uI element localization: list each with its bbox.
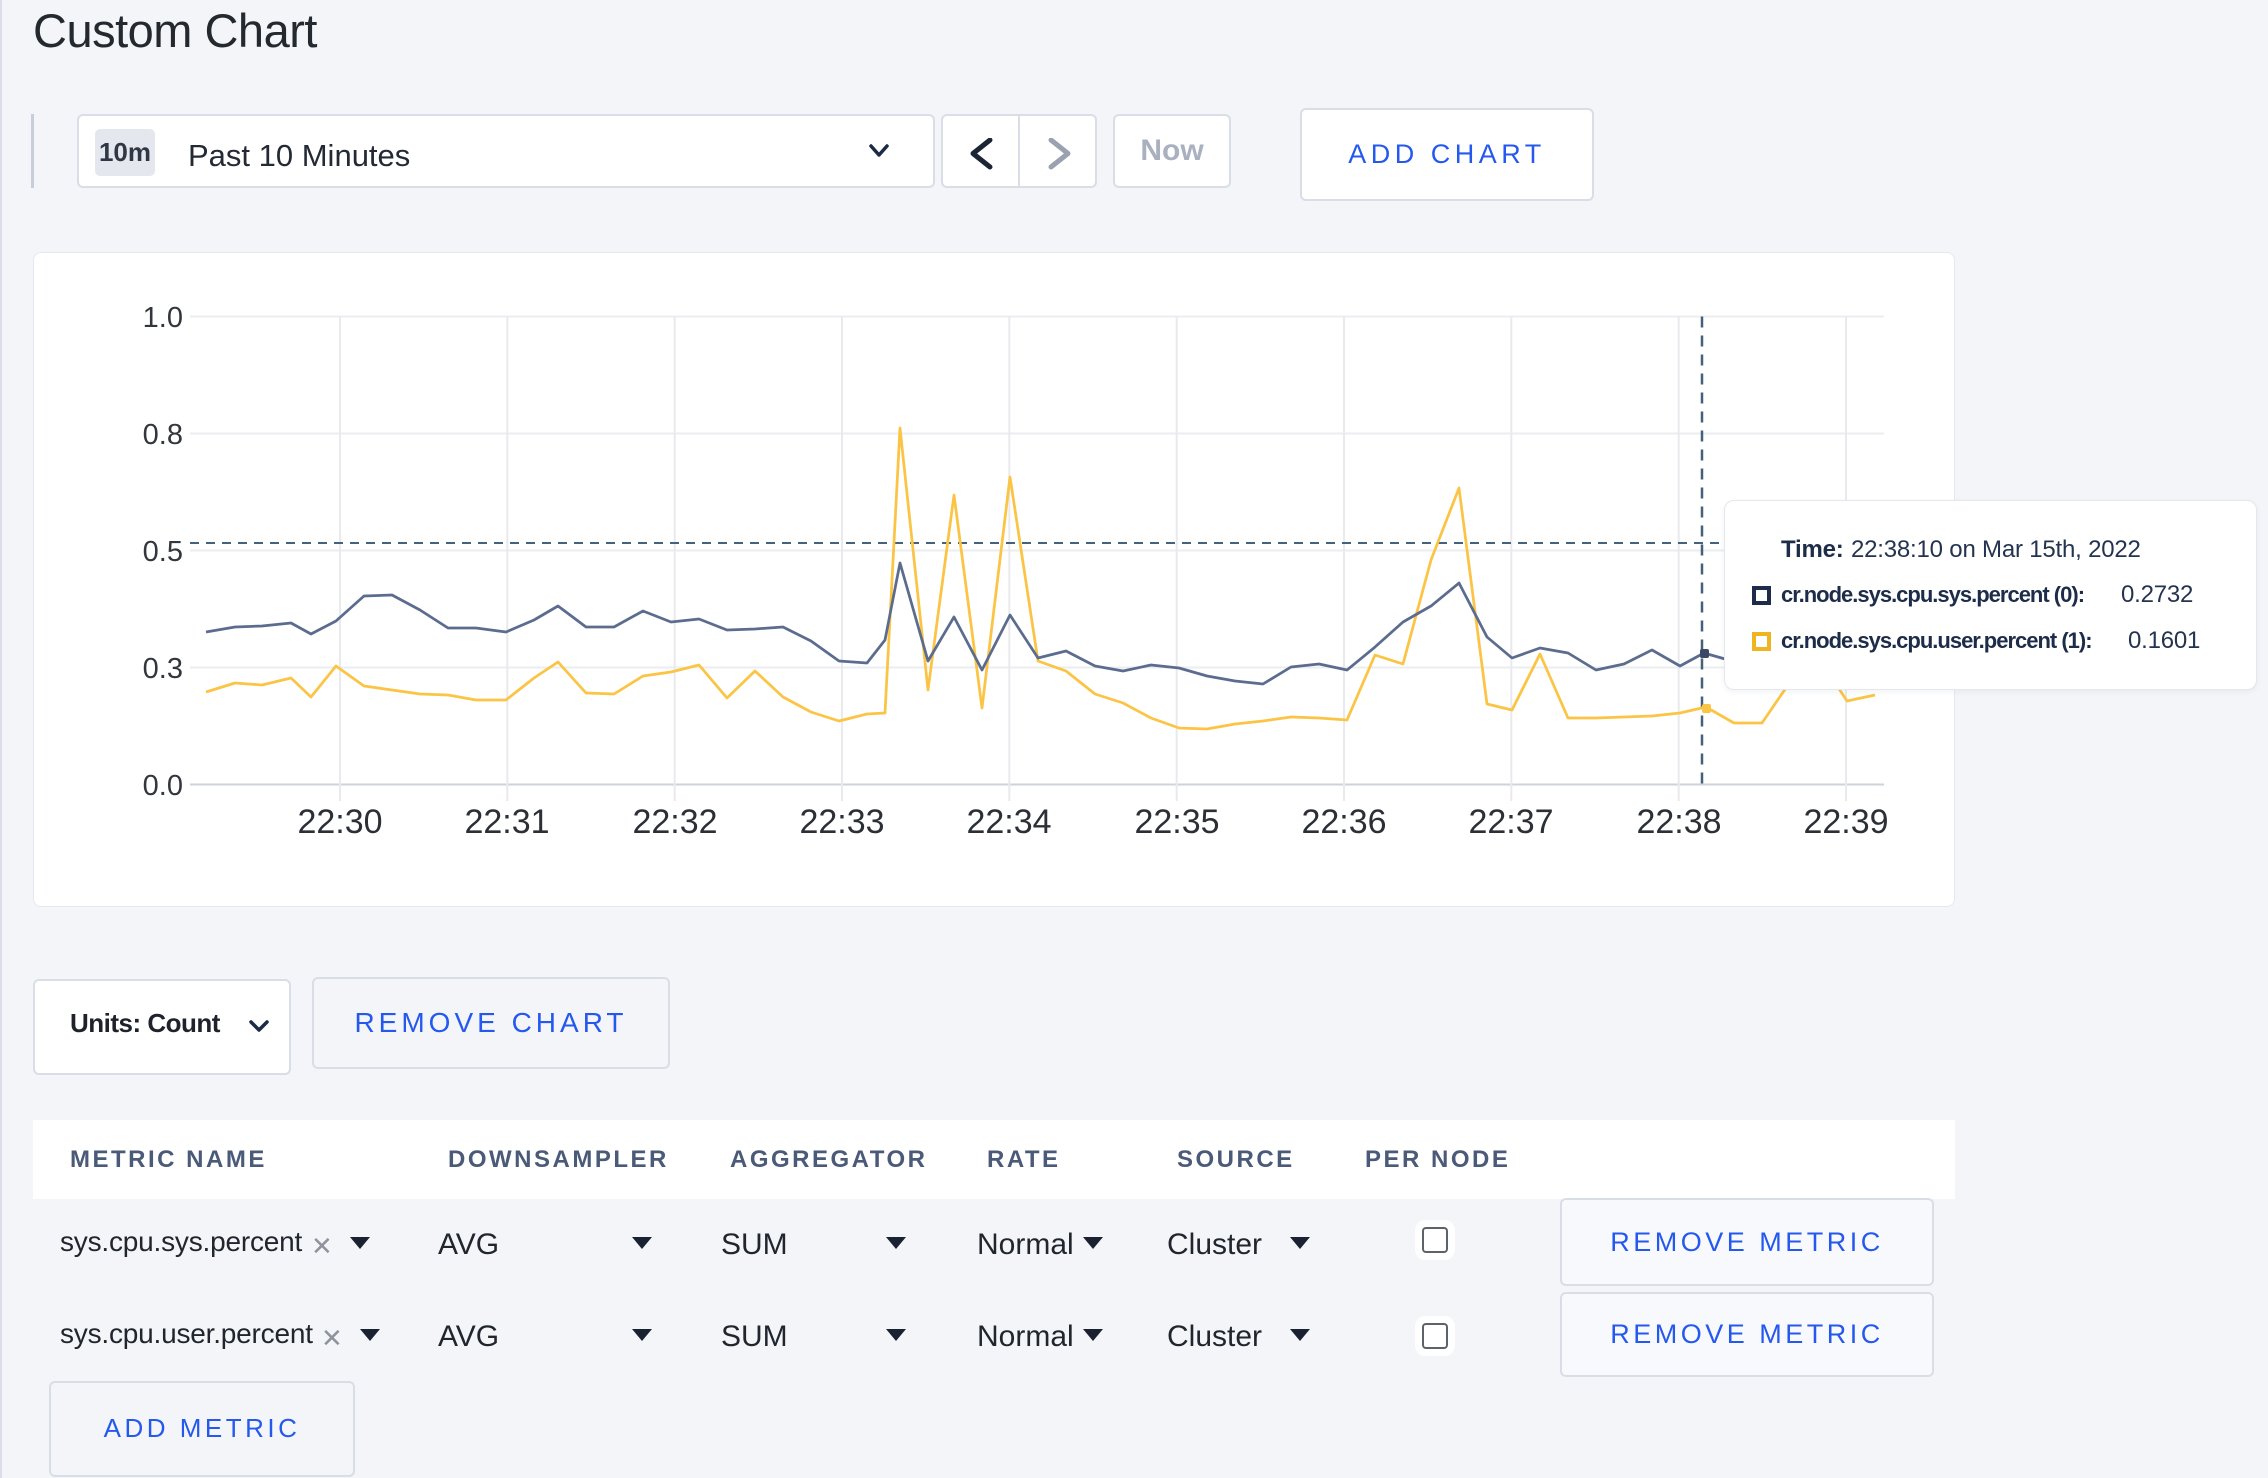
svg-text:1.0: 1.0	[143, 302, 183, 334]
svg-text:22:31: 22:31	[464, 803, 549, 841]
svg-text:22:34: 22:34	[966, 803, 1051, 841]
svg-text:0.8: 0.8	[143, 419, 183, 451]
svg-text:0.0: 0.0	[143, 770, 183, 802]
svg-text:22:33: 22:33	[799, 803, 884, 841]
svg-text:22:30: 22:30	[297, 803, 382, 841]
svg-text:22:35: 22:35	[1134, 803, 1219, 841]
svg-text:22:32: 22:32	[632, 803, 717, 841]
svg-text:0.5: 0.5	[143, 536, 183, 568]
svg-text:22:36: 22:36	[1301, 803, 1386, 841]
svg-text:22:37: 22:37	[1468, 803, 1553, 841]
svg-text:22:39: 22:39	[1803, 803, 1888, 841]
svg-text:22:38: 22:38	[1636, 803, 1721, 841]
svg-text:0.3: 0.3	[143, 653, 183, 685]
